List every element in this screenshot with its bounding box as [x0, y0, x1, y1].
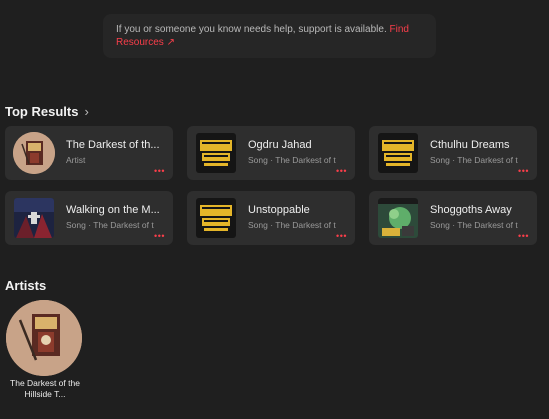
album-art-icon: [196, 198, 236, 238]
more-options-icon[interactable]: •••: [336, 232, 347, 241]
chevron-right-icon: ›: [84, 104, 89, 119]
more-options-icon[interactable]: •••: [336, 167, 347, 176]
top-result-card[interactable]: Unstoppable Song · The Darkest of t •••: [187, 191, 355, 245]
top-result-card[interactable]: Shoggoths Away Song · The Darkest of t •…: [369, 191, 537, 245]
result-subtitle: Song · The Darkest of t: [248, 220, 336, 230]
artist-avatar: [13, 132, 55, 174]
result-title: The Darkest of th...: [66, 139, 160, 151]
top-result-card[interactable]: Cthulhu Dreams Song · The Darkest of t •…: [369, 126, 537, 180]
top-result-card[interactable]: Walking on the M... Song · The Darkest o…: [5, 191, 173, 245]
artists-heading: Artists: [5, 278, 47, 293]
top-result-card[interactable]: The Darkest of th... Artist •••: [5, 126, 173, 180]
album-art-icon: [378, 198, 418, 238]
result-subtitle: Song · The Darkest of t: [430, 155, 518, 165]
more-options-icon[interactable]: •••: [518, 232, 529, 241]
result-title: Walking on the M...: [66, 204, 160, 216]
top-results-heading[interactable]: Top Results ›: [5, 104, 89, 119]
result-title: Unstoppable: [248, 204, 310, 216]
result-subtitle: Artist: [66, 155, 86, 165]
album-art-icon: [378, 133, 418, 173]
artist-image[interactable]: [6, 300, 82, 376]
result-subtitle: Song · The Darkest of t: [66, 220, 154, 230]
more-options-icon[interactable]: •••: [518, 167, 529, 176]
result-title: Cthulhu Dreams: [430, 139, 510, 151]
top-result-card[interactable]: Ogdru Jahad Song · The Darkest of t •••: [187, 126, 355, 180]
more-options-icon[interactable]: •••: [154, 232, 165, 241]
album-art-icon: [196, 133, 236, 173]
result-subtitle: Song · The Darkest of t: [248, 155, 336, 165]
more-options-icon[interactable]: •••: [154, 167, 165, 176]
result-subtitle: Song · The Darkest of t: [430, 220, 518, 230]
support-banner: If you or someone you know needs help, s…: [103, 14, 436, 58]
artist-name[interactable]: The Darkest of the Hillside T...: [5, 378, 85, 400]
result-title: Shoggoths Away: [430, 204, 512, 216]
support-text: If you or someone you know needs help, s…: [116, 24, 387, 35]
result-title: Ogdru Jahad: [248, 139, 312, 151]
album-art-icon: [14, 198, 54, 238]
top-results-title: Top Results: [5, 104, 79, 119]
